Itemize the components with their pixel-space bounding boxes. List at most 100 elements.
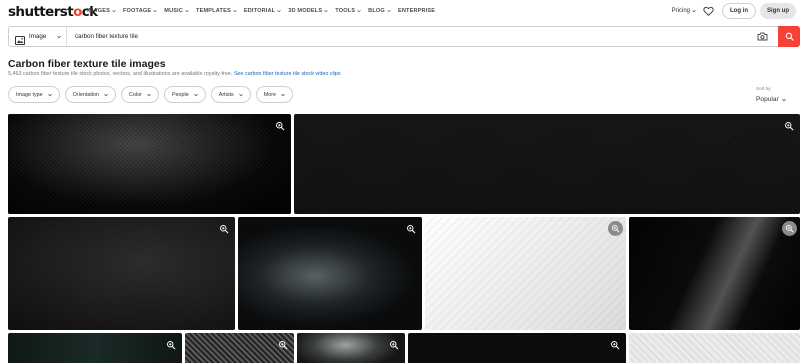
signup-button[interactable]: Sign up [760, 3, 796, 19]
nav-item-label: TEMPLATES [196, 8, 231, 14]
magnify-plus-icon[interactable] [387, 338, 400, 351]
results-count-text: 5,463 carbon fiber texture tile stock ph… [8, 71, 233, 77]
sort-select[interactable]: Popular [756, 95, 796, 104]
nav-item-label: TOOLS [335, 8, 356, 14]
nav-item-label: FOOTAGE [122, 8, 152, 14]
chevron-down-icon [112, 9, 116, 13]
filter-more[interactable]: More [255, 86, 294, 103]
nav-item-label: IMAGES [87, 8, 110, 14]
shutterstock-logo[interactable]: shutterstock [8, 4, 98, 20]
nav-item-label: ENTERPRISE [397, 8, 436, 14]
chevron-down-icon [387, 9, 391, 13]
nav-item-label: 3D MODELS [288, 8, 323, 14]
image-shading [8, 217, 235, 330]
image-result[interactable] [629, 217, 800, 330]
magnify-plus-icon[interactable] [782, 119, 795, 132]
logo-text-start: shutterst [8, 4, 74, 20]
sort-control: Sort by Popular [756, 86, 796, 104]
pricing-label: Pricing [671, 8, 690, 14]
filter-people[interactable]: People [163, 86, 206, 103]
login-button[interactable]: Log in [722, 3, 756, 19]
results-summary: 5,463 carbon fiber texture tile stock ph… [8, 71, 341, 78]
chevron-down-icon [47, 93, 52, 97]
nav-item-images[interactable]: IMAGES [87, 7, 116, 15]
image-shading [8, 114, 291, 214]
chevron-down-icon [281, 93, 285, 97]
camera-search-icon[interactable] [755, 30, 769, 44]
search-input[interactable] [67, 27, 755, 46]
nav-item-music[interactable]: MUSIC [164, 7, 189, 15]
image-result[interactable] [8, 217, 235, 330]
image-result[interactable] [629, 333, 800, 363]
nav-item-blog[interactable]: BLOG [368, 7, 391, 15]
image-result[interactable] [8, 114, 291, 214]
magnify-plus-icon[interactable] [217, 222, 230, 235]
nav-item-footage[interactable]: FOOTAGE [122, 7, 158, 15]
image-result[interactable] [408, 333, 626, 363]
magnify-plus-icon[interactable] [276, 338, 289, 351]
sort-value: Popular [756, 96, 779, 103]
chevron-down-icon [193, 93, 198, 97]
image-result[interactable] [297, 333, 405, 363]
filter-orientation[interactable]: Orientation [64, 86, 117, 103]
image-result[interactable] [185, 333, 294, 363]
search-icon [785, 28, 794, 46]
chevron-down-icon [153, 9, 158, 13]
filter-label: People [171, 91, 189, 98]
media-type-select[interactable]: Image [9, 27, 67, 46]
sort-label: Sort by [756, 86, 771, 91]
chevron-down-icon [692, 9, 696, 13]
image-shading [294, 114, 800, 214]
search-submit-button[interactable] [778, 26, 800, 47]
page-title: Carbon fiber texture tile images [8, 58, 166, 70]
chevron-down-icon [357, 9, 361, 13]
image-result[interactable] [8, 333, 182, 363]
media-type-label: Image [29, 33, 47, 40]
filter-label: Color [129, 91, 142, 98]
filter-label: Orientation [72, 91, 100, 98]
nav-item-label: MUSIC [164, 8, 184, 14]
top-navigation: shutterstock IMAGES FOOTAGE MUSIC TEMPLA… [0, 0, 800, 24]
search-bar: Image [8, 26, 800, 47]
chevron-down-icon [104, 93, 108, 97]
filter-bar: Image type Orientation Color People Arti… [8, 86, 298, 103]
logo-accent-letter: o [73, 4, 82, 20]
chevron-down-icon [238, 93, 243, 97]
filter-label: More [263, 91, 277, 98]
nav-item-editorial[interactable]: EDITORIAL [243, 7, 282, 15]
filter-label: Image type [16, 91, 43, 98]
pricing-menu[interactable]: Pricing [672, 8, 696, 14]
main-menu: IMAGES FOOTAGE MUSIC TEMPLATES EDITORIAL… [87, 7, 442, 15]
filter-label: Artists [218, 91, 234, 98]
magnify-plus-icon[interactable] [164, 338, 177, 351]
chevron-down-icon [147, 93, 151, 97]
favorites-heart-icon[interactable] [702, 5, 714, 17]
nav-item-enterprise[interactable]: ENTERPRISE [398, 7, 435, 15]
magnify-plus-icon[interactable] [608, 338, 621, 351]
nav-item-3d-models[interactable]: 3D MODELS [288, 7, 328, 15]
nav-item-tools[interactable]: TOOLS [335, 7, 361, 15]
filter-color[interactable]: Color [121, 86, 159, 103]
account-actions: Pricing Log in Sign up [672, 3, 796, 19]
magnify-plus-icon[interactable] [273, 119, 286, 132]
chevron-down-icon [277, 9, 282, 13]
nav-item-label: BLOG [368, 8, 385, 14]
nav-item-label: EDITORIAL [243, 8, 276, 14]
image-result[interactable] [294, 114, 800, 214]
magnify-plus-icon[interactable] [404, 222, 417, 235]
nav-item-templates[interactable]: TEMPLATES [196, 7, 237, 15]
image-shading [629, 217, 800, 330]
chevron-down-icon [324, 9, 328, 13]
image-icon [15, 32, 25, 45]
chevron-down-icon [233, 9, 237, 13]
chevron-down-icon [57, 35, 61, 39]
magnify-plus-icon[interactable] [608, 221, 623, 236]
filter-image-type[interactable]: Image type [8, 86, 60, 103]
magnify-plus-icon[interactable] [782, 221, 797, 236]
image-result[interactable] [425, 217, 626, 330]
image-result[interactable] [238, 217, 422, 330]
chevron-down-icon [185, 9, 189, 13]
filter-artists[interactable]: Artists [210, 86, 251, 103]
chevron-down-icon [781, 98, 786, 102]
video-clips-link[interactable]: See carbon fiber texture tile stock vide… [234, 71, 341, 77]
